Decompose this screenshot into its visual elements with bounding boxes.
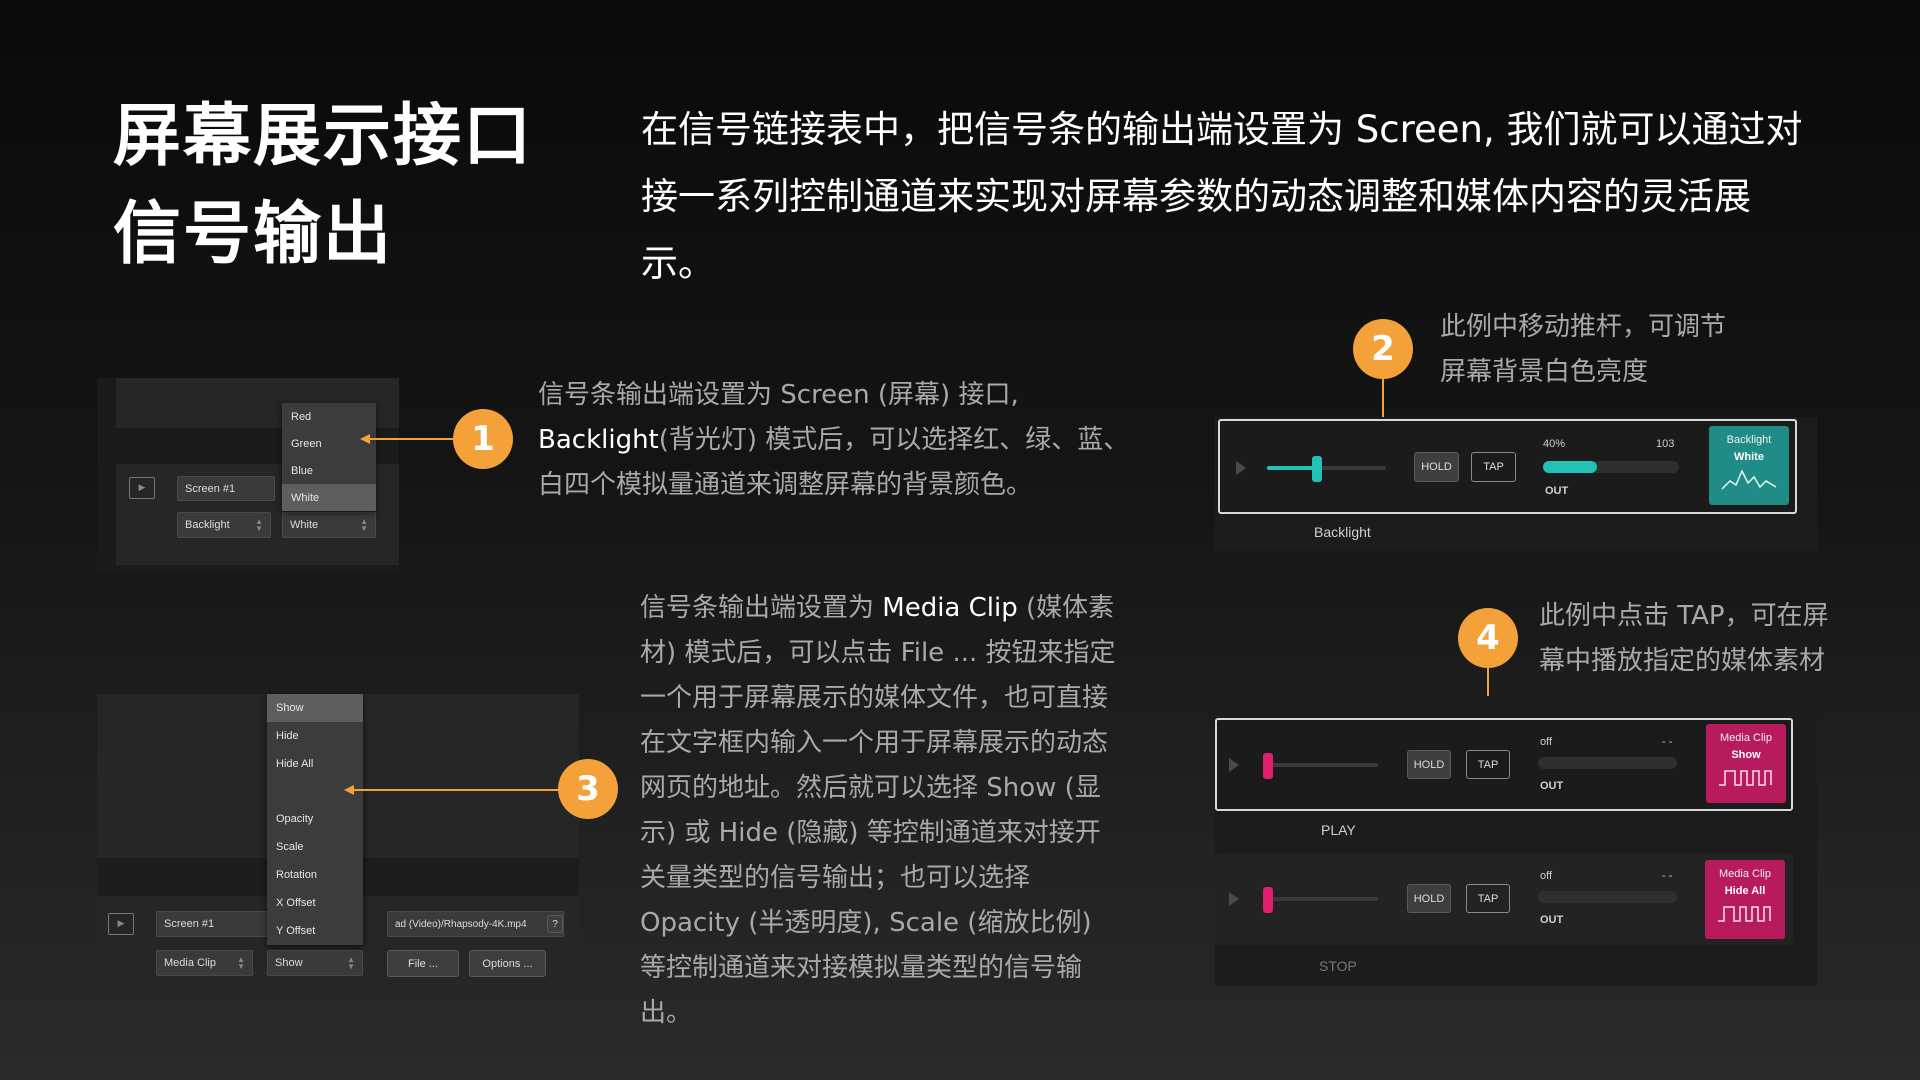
- help-button[interactable]: ?: [547, 915, 563, 933]
- fader-fill: [1267, 466, 1315, 470]
- file-button[interactable]: File ...: [387, 950, 459, 977]
- mediaclip-show-tile[interactable]: Media Clip Show: [1706, 724, 1786, 803]
- output-state: off: [1540, 736, 1553, 748]
- connector-line: [368, 438, 454, 440]
- channel-select[interactable]: Show ▲ ▼: [267, 950, 363, 976]
- output-value: - -: [1662, 736, 1673, 748]
- monitor-icon: ▶: [129, 477, 155, 499]
- signal-strip-stop: HOLD TAP off - - OUT Media Clip Hide All: [1215, 854, 1793, 945]
- page-title: 屏幕展示接口 信号输出: [113, 88, 533, 284]
- menu-item-hide[interactable]: Hide: [267, 722, 363, 750]
- fader-knob[interactable]: [1263, 753, 1273, 779]
- step-badge-2: 2: [1353, 319, 1413, 379]
- tap-button[interactable]: TAP: [1466, 884, 1510, 913]
- title-line-1: 屏幕展示接口: [113, 97, 534, 176]
- description-3: 信号条输出端设置为 Media Clip (媒体素材) 模式后，可以点击 Fil…: [640, 593, 1116, 1028]
- menu-item-scale[interactable]: Scale: [267, 833, 363, 861]
- hold-button[interactable]: HOLD: [1407, 884, 1451, 913]
- fader-knob[interactable]: [1312, 456, 1322, 482]
- backlight-tile[interactable]: Backlight White: [1709, 426, 1789, 505]
- strip-label-stop: STOP: [1319, 958, 1357, 974]
- menu-item-y-offset[interactable]: Y Offset: [267, 917, 363, 945]
- menu-item-opacity[interactable]: Opacity: [267, 805, 363, 833]
- tap-button[interactable]: TAP: [1471, 452, 1516, 482]
- backlight-control-panel: HOLD TAP 40% 103 OUT Backlight White Bac…: [1215, 417, 1817, 551]
- screen-select[interactable]: Screen #1: [177, 476, 275, 501]
- menu-item-show[interactable]: Show: [267, 694, 363, 722]
- screen-select[interactable]: Screen #1: [156, 911, 273, 937]
- play-icon[interactable]: [1229, 758, 1239, 772]
- fader-knob[interactable]: [1263, 887, 1273, 913]
- description-4: 此例中点击 TAP，可在屏幕中播放指定的媒体素材: [1539, 601, 1829, 676]
- tap-button[interactable]: TAP: [1466, 750, 1510, 779]
- menu-item-red[interactable]: Red: [282, 403, 376, 430]
- fader-track[interactable]: [1263, 763, 1378, 767]
- file-path-input[interactable]: ad (Video)/Rhapsody-4K.mp4: [387, 911, 564, 937]
- output-bar: [1538, 891, 1677, 903]
- output-value: 103: [1656, 438, 1675, 450]
- menu-item-x-offset[interactable]: X Offset: [267, 889, 363, 917]
- pulse-icon: [1718, 906, 1771, 922]
- intro-text: 在信号链接表中，把信号条的输出端设置为 Screen, 我们就可以通过对接一系列…: [641, 108, 1803, 285]
- desc1-highlight: Backlight: [538, 425, 659, 455]
- play-icon[interactable]: [1229, 892, 1239, 906]
- output-bar-fill: [1543, 461, 1597, 473]
- spinner-icon: ▲ ▼: [255, 517, 263, 533]
- step-badge-1: 1: [453, 409, 513, 469]
- output-value: - -: [1662, 870, 1673, 882]
- hold-button[interactable]: HOLD: [1407, 750, 1451, 779]
- signal-strip-play: HOLD TAP off - - OUT Media Clip Show: [1215, 718, 1793, 811]
- out-label: OUT: [1540, 780, 1564, 792]
- options-button[interactable]: Options ...: [469, 950, 546, 977]
- desc3-highlight: Media Clip: [882, 593, 1018, 623]
- step-badge-4: 4: [1458, 608, 1518, 668]
- channel-dropdown-menu: Show Hide Hide All Opacity Scale Rotatio…: [267, 694, 363, 945]
- channel-dropdown-menu: Red Green Blue White: [282, 403, 376, 511]
- connector-line: [352, 789, 560, 791]
- step-badge-3: 3: [558, 759, 618, 819]
- hold-button[interactable]: HOLD: [1414, 452, 1459, 482]
- menu-item-white[interactable]: White: [282, 484, 376, 511]
- screen-mediaclip-panel: ▶ Screen #1 Media Clip ▲ ▼ Show ▲ ▼ ad (Vi…: [97, 694, 579, 984]
- output-bar: [1538, 757, 1677, 769]
- title-line-2: 信号输出: [113, 195, 394, 274]
- out-label: OUT: [1545, 485, 1569, 497]
- menu-item-hide-all[interactable]: Hide All: [267, 750, 363, 778]
- waveform-icon: [1721, 469, 1777, 490]
- signal-strip: HOLD TAP 40% 103 OUT Backlight White: [1218, 419, 1797, 514]
- monitor-icon: ▶: [108, 913, 134, 935]
- spinner-icon: ▲ ▼: [347, 955, 355, 971]
- mode-select[interactable]: Media Clip ▲ ▼: [156, 950, 253, 976]
- spinner-icon: ▲ ▼: [237, 955, 245, 971]
- out-label: OUT: [1540, 914, 1564, 926]
- menu-item-rotation[interactable]: Rotation: [267, 861, 363, 889]
- play-icon[interactable]: [1236, 461, 1246, 475]
- output-state: off: [1540, 870, 1553, 882]
- output-percent: 40%: [1543, 438, 1566, 450]
- menu-item-blue[interactable]: Blue: [282, 457, 376, 484]
- strip-label-play: PLAY: [1321, 822, 1356, 838]
- screen-backlight-panel: ▶ Screen #1 Backlight ▲ ▼ White ▲ ▼ Red Gr…: [97, 378, 399, 573]
- description-2: 此例中移动推杆，可调节屏幕背景白色亮度: [1440, 312, 1727, 387]
- spinner-icon: ▲ ▼: [360, 517, 368, 533]
- fader-track[interactable]: [1263, 897, 1378, 901]
- mediaclip-control-panel: HOLD TAP off - - OUT Media Clip Show PLA…: [1215, 696, 1817, 986]
- mode-select[interactable]: Backlight ▲ ▼: [177, 512, 271, 538]
- pulse-icon: [1719, 770, 1772, 786]
- description-1: 信号条输出端设置为 Screen (屏幕) 接口, Backlight(背光灯)…: [538, 380, 1130, 500]
- channel-select[interactable]: White ▲ ▼: [282, 512, 376, 538]
- mediaclip-hideall-tile[interactable]: Media Clip Hide All: [1705, 860, 1785, 939]
- strip-label: Backlight: [1314, 524, 1371, 540]
